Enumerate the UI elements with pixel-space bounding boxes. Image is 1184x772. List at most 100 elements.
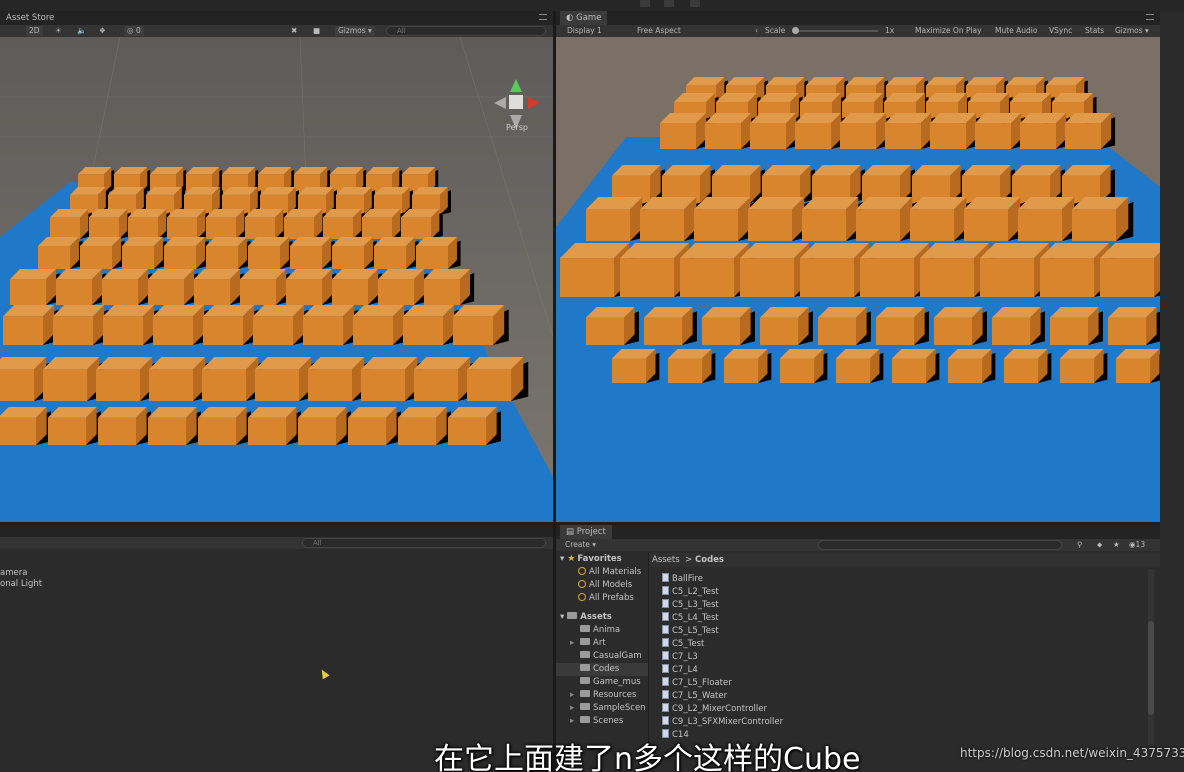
file-item[interactable]: C9_L2_MixerController	[662, 703, 1132, 716]
folder-icon	[580, 638, 590, 645]
stats-toggle[interactable]: Stats	[1082, 26, 1107, 36]
game-tab-icon: ◐	[566, 13, 574, 23]
favorites-item[interactable]: All Materials	[556, 566, 648, 579]
favorites-item[interactable]: All Prefabs	[556, 592, 648, 605]
scene-tab-row: Asset Store	[0, 11, 553, 25]
asset-folder-item[interactable]: ▸ Resources	[556, 689, 648, 702]
play-button[interactable]	[640, 0, 650, 7]
asset-folder-item[interactable]: ▸ Scenes	[556, 715, 648, 728]
file-item[interactable]: C7_L5_Water	[662, 690, 1132, 703]
panel-menu-icon[interactable]	[1146, 14, 1154, 20]
cube	[448, 407, 501, 445]
file-item[interactable]: C9_L3_SFXMixerController	[662, 716, 1132, 729]
assets-label: Assets	[580, 612, 612, 622]
cube	[668, 349, 716, 383]
tools-icon[interactable]: ✖	[288, 26, 300, 36]
asset-folder-item[interactable]: ▸ SampleScen	[556, 702, 648, 715]
scale-slider-handle[interactable]	[792, 27, 799, 34]
project-scrollbar[interactable]	[1148, 569, 1154, 745]
cube	[80, 237, 125, 269]
file-item[interactable]: C5_Test	[662, 638, 1132, 651]
script-file-icon	[662, 664, 669, 673]
game-viewport[interactable]	[556, 37, 1160, 522]
breadcrumb-assets[interactable]: Assets	[652, 555, 680, 565]
asset-folder-item[interactable]: ▸ Art	[556, 637, 648, 650]
cube	[401, 209, 443, 239]
tree-arrow-icon: ▸	[570, 716, 575, 726]
aspect-dropdown[interactable]: Free Aspect	[634, 26, 684, 36]
breadcrumb-codes[interactable]: Codes	[695, 555, 724, 565]
favorites-label: Favorites	[577, 554, 622, 564]
cube	[453, 305, 509, 345]
file-item-label: C9_L2_MixerController	[672, 704, 767, 714]
game-gizmos-dropdown[interactable]: Gizmos ▾	[1112, 26, 1152, 36]
cube	[640, 197, 702, 241]
display-dropdown[interactable]: Display 1	[564, 26, 605, 36]
vsync-toggle[interactable]: VSync	[1046, 26, 1075, 36]
game-panel: ◐ Game Display 1 Free Aspect ‹ Scale 1x …	[556, 11, 1160, 522]
file-item[interactable]: C7_L3	[662, 651, 1132, 664]
cube	[203, 305, 259, 345]
scene-search-input[interactable]: All	[386, 26, 546, 36]
cube	[892, 349, 940, 383]
asset-folder-item[interactable]: CasualGam	[556, 650, 648, 663]
project-search-input[interactable]	[818, 540, 1062, 550]
pause-button[interactable]	[664, 0, 674, 7]
asset-folder-label: Game_mus	[593, 677, 641, 687]
file-item[interactable]: C5_L2_Test	[662, 586, 1132, 599]
file-item[interactable]: C5_L4_Test	[662, 612, 1132, 625]
tab-asset-store[interactable]: Asset Store	[0, 11, 61, 25]
tree-arrow-icon: ▸	[570, 703, 575, 713]
cube	[56, 269, 107, 305]
top-toolbar	[0, 0, 1184, 11]
asset-folder-item[interactable]: Codes	[556, 663, 648, 676]
cube	[348, 407, 401, 445]
camera-icon[interactable]: ■	[310, 26, 323, 36]
lighting-icon[interactable]: ☀	[52, 26, 65, 36]
hidden-layers-count[interactable]: ◎ 0	[124, 26, 144, 36]
file-item[interactable]: C5_L3_Test	[662, 599, 1132, 612]
assets-header[interactable]: ▾ Assets	[556, 611, 648, 624]
project-scrollbar-thumb[interactable]	[1148, 621, 1154, 715]
scale-slider[interactable]	[792, 27, 878, 34]
cube	[43, 357, 105, 401]
tab-project[interactable]: ▤ Project	[560, 525, 612, 539]
panel-menu-icon[interactable]	[539, 14, 547, 20]
gizmos-dropdown[interactable]: Gizmos ▾	[335, 26, 375, 36]
file-item[interactable]: BallFire	[662, 573, 1132, 586]
file-item-label: C7_L5_Water	[672, 691, 728, 701]
mode-2d-toggle[interactable]: 2D	[26, 26, 43, 36]
cube	[248, 237, 293, 269]
favorites-item-label: All Materials	[589, 567, 642, 577]
cube	[240, 269, 291, 305]
file-item[interactable]: C7_L5_Floater	[662, 677, 1132, 690]
file-item[interactable]: C5_L5_Test	[662, 625, 1132, 638]
file-item-label: BallFire	[672, 574, 703, 584]
cube	[194, 269, 245, 305]
favorites-star-icon[interactable]: ★	[1110, 540, 1123, 550]
favorites-item-label: All Prefabs	[589, 593, 634, 603]
script-file-icon	[662, 690, 669, 699]
asset-folder-item[interactable]: Game_mus	[556, 676, 648, 689]
aspect-chevron-icon[interactable]: ‹	[752, 26, 761, 36]
filter-by-type-icon[interactable]: ⚲	[1074, 540, 1086, 550]
gizmos-label: Gizmos	[338, 26, 366, 35]
script-file-icon	[662, 599, 669, 608]
scene-viewport[interactable]: Persp	[0, 37, 553, 522]
mouse-cursor-icon	[318, 667, 330, 680]
favorites-item[interactable]: All Models	[556, 579, 648, 592]
hierarchy-search-input[interactable]: All	[302, 538, 546, 548]
filter-by-label-icon[interactable]: ⬥	[1094, 540, 1105, 550]
tree-arrow-icon: ▾	[560, 554, 565, 564]
audio-icon[interactable]: 🔈	[74, 26, 89, 36]
favorites-header[interactable]: ▾ ★ Favorites	[556, 553, 648, 566]
effects-icon[interactable]: ❖	[96, 26, 109, 36]
step-button[interactable]	[690, 0, 700, 7]
create-dropdown[interactable]: Create ▾	[562, 540, 599, 550]
hierarchy-item[interactable]: onal Light	[0, 578, 42, 591]
asset-folder-item[interactable]: Anima	[556, 624, 648, 637]
file-item[interactable]: C7_L4	[662, 664, 1132, 677]
mute-audio-toggle[interactable]: Mute Audio	[992, 26, 1040, 36]
maximize-on-play-toggle[interactable]: Maximize On Play	[912, 26, 985, 36]
tab-game[interactable]: ◐ Game	[560, 11, 608, 25]
